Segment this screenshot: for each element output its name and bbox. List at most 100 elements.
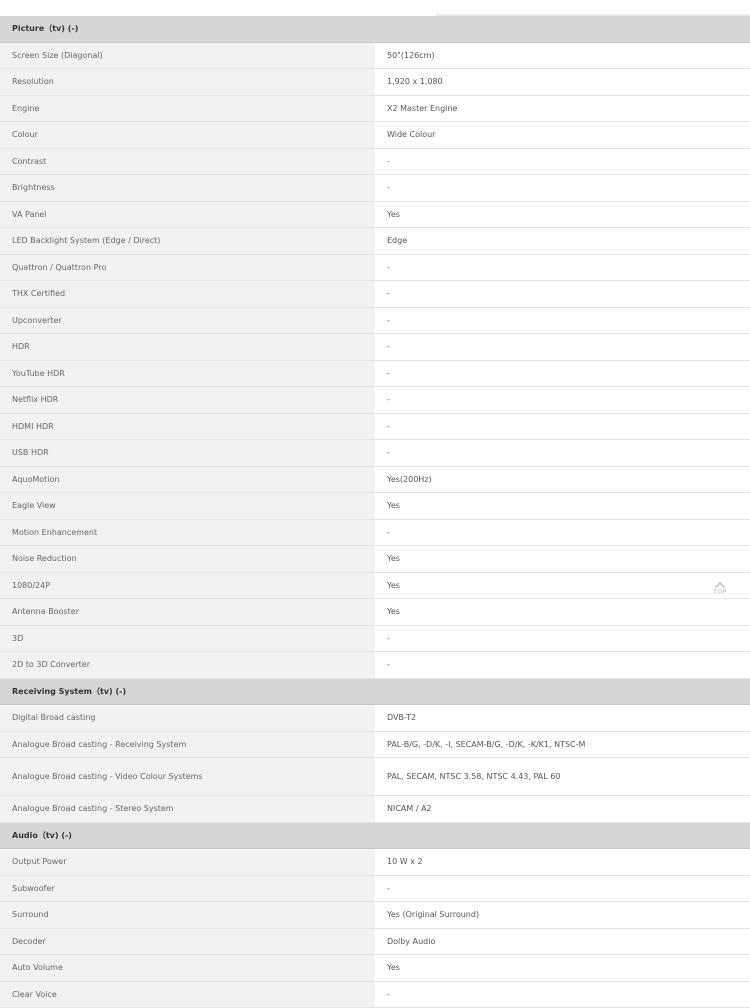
back-to-top-label: TOP — [713, 589, 727, 596]
spec-value: Yes(200Hz) — [375, 466, 750, 493]
table-row: Noise Reduction Yes — [0, 545, 750, 573]
spec-label: THX Certified — [0, 280, 375, 308]
spec-label: Decoder — [0, 928, 375, 955]
spec-value: - — [375, 625, 750, 652]
table-row: Eagle View Yes — [0, 492, 750, 520]
table-row: THX Certified - — [0, 280, 750, 308]
spec-value: - — [375, 333, 750, 361]
top-divider — [436, 14, 750, 16]
spec-value: - — [375, 174, 750, 202]
spec-value: PAL-B/G, -D/K, -I, SECAM-B/G, -D/K, -K/K… — [375, 731, 750, 758]
section-title[interactable]: Audio（tv) (-) — [0, 822, 750, 849]
spec-label: Analogue Broad casting - Video Colour Sy… — [0, 757, 375, 796]
spec-value: - — [375, 519, 750, 546]
table-row: Decoder Dolby Audio — [0, 928, 750, 955]
spec-value: X2 Master Engine — [375, 95, 750, 122]
table-row: Analogue Broad casting - Stereo System NI… — [0, 795, 750, 823]
spec-label: Noise Reduction — [0, 545, 375, 573]
table-row: 3D - — [0, 625, 750, 652]
spec-value: NICAM / A2 — [375, 795, 750, 823]
spec-value: 50"(126cm) — [375, 42, 750, 69]
spec-label: Eagle View — [0, 492, 375, 520]
spec-label: 3D — [0, 625, 375, 652]
spec-value: - — [375, 148, 750, 175]
spec-value: Dolby Audio — [375, 928, 750, 955]
section-audio[interactable]: Audio（tv) (-) — [0, 822, 750, 849]
spec-value: - — [375, 386, 750, 414]
spec-value: Yes — [375, 572, 750, 599]
spec-value: - — [375, 360, 750, 387]
spec-value: PAL, SECAM, NTSC 3.58, NTSC 4.43, PAL 60 — [375, 757, 750, 796]
table-row: HDR - — [0, 333, 750, 361]
spec-value: - — [375, 651, 750, 679]
spec-label: Screen Size (Diagonal) — [0, 42, 375, 69]
spec-value: - — [375, 981, 750, 1008]
spec-value: Yes — [375, 545, 750, 573]
table-row: Quattron / Quattron Pro - — [0, 254, 750, 281]
chevron-up-icon — [714, 581, 726, 589]
spec-label: Subwoofer — [0, 875, 375, 902]
spec-value: - — [375, 875, 750, 902]
table-row: LED Backlight System (Edge / Direct) Edge — [0, 227, 750, 255]
spec-label: Digital Broad casting — [0, 704, 375, 732]
table-row: 1080/24P Yes — [0, 572, 750, 599]
section-title[interactable]: Picture（tv) (-) — [0, 16, 750, 43]
table-row: Auto Volume Yes — [0, 954, 750, 982]
spec-label: Quattron / Quattron Pro — [0, 254, 375, 281]
back-to-top-button[interactable]: TOP — [711, 581, 729, 597]
spec-label: LED Backlight System (Edge / Direct) — [0, 227, 375, 255]
section-picture[interactable]: Picture（tv) (-) — [0, 16, 750, 43]
table-row: HDMI HDR - — [0, 413, 750, 440]
spec-label: Motion Enhancement — [0, 519, 375, 546]
table-row: Screen Size (Diagonal) 50"(126cm) — [0, 42, 750, 69]
spec-label: Auto Volume — [0, 954, 375, 982]
spec-label: HDR — [0, 333, 375, 361]
top-strip — [0, 0, 750, 16]
table-row: Digital Broad casting DVB-T2 — [0, 704, 750, 732]
spec-table: Picture（tv) (-) Screen Size (Diagonal) 50… — [0, 16, 750, 1008]
spec-value: 1,920 x 1,080 — [375, 68, 750, 96]
spec-label: Analogue Broad casting - Stereo System — [0, 795, 375, 823]
spec-label: AquoMotion — [0, 466, 375, 493]
spec-value: Yes — [375, 954, 750, 982]
spec-label: Engine — [0, 95, 375, 122]
section-receiving-system[interactable]: Receiving System（tv) (-) — [0, 678, 750, 705]
section-title[interactable]: Receiving System（tv) (-) — [0, 678, 750, 705]
table-row: Motion Enhancement - — [0, 519, 750, 546]
table-row: VA Panel Yes — [0, 201, 750, 228]
table-row: Contrast - — [0, 148, 750, 175]
spec-label: Antenna Booster — [0, 598, 375, 626]
spec-label: VA Panel — [0, 201, 375, 228]
spec-value: - — [375, 280, 750, 308]
table-row: AquoMotion Yes(200Hz) — [0, 466, 750, 493]
spec-value: DVB-T2 — [375, 704, 750, 732]
table-row: Colour Wide Colour — [0, 121, 750, 149]
spec-value: 10 W x 2 — [375, 848, 750, 876]
table-row: Subwoofer - — [0, 875, 750, 902]
spec-value: Yes — [375, 598, 750, 626]
table-row: Surround Yes (Original Surround) — [0, 901, 750, 929]
spec-value: Wide Colour — [375, 121, 750, 149]
spec-label: Contrast — [0, 148, 375, 175]
table-row: Netflix HDR - — [0, 386, 750, 414]
spec-label: HDMI HDR — [0, 413, 375, 440]
table-row: Upconverter - — [0, 307, 750, 334]
table-row: Analogue Broad casting - Video Colour Sy… — [0, 757, 750, 796]
spec-label: Upconverter — [0, 307, 375, 334]
table-row: Brightness - — [0, 174, 750, 202]
table-row: Antenna Booster Yes — [0, 598, 750, 626]
spec-label: Clear Voice — [0, 981, 375, 1008]
spec-value: Yes — [375, 201, 750, 228]
spec-label: 2D to 3D Converter — [0, 651, 375, 679]
table-row: Resolution 1,920 x 1,080 — [0, 68, 750, 96]
spec-value: Yes (Original Surround) — [375, 901, 750, 929]
spec-label: Output Power — [0, 848, 375, 876]
spec-value: Edge — [375, 227, 750, 255]
spec-label: 1080/24P — [0, 572, 375, 599]
spec-label: Resolution — [0, 68, 375, 96]
table-row: YouTube HDR - — [0, 360, 750, 387]
spec-label: USB HDR — [0, 439, 375, 467]
spec-label: Surround — [0, 901, 375, 929]
spec-label: Colour — [0, 121, 375, 149]
table-row: Engine X2 Master Engine — [0, 95, 750, 122]
